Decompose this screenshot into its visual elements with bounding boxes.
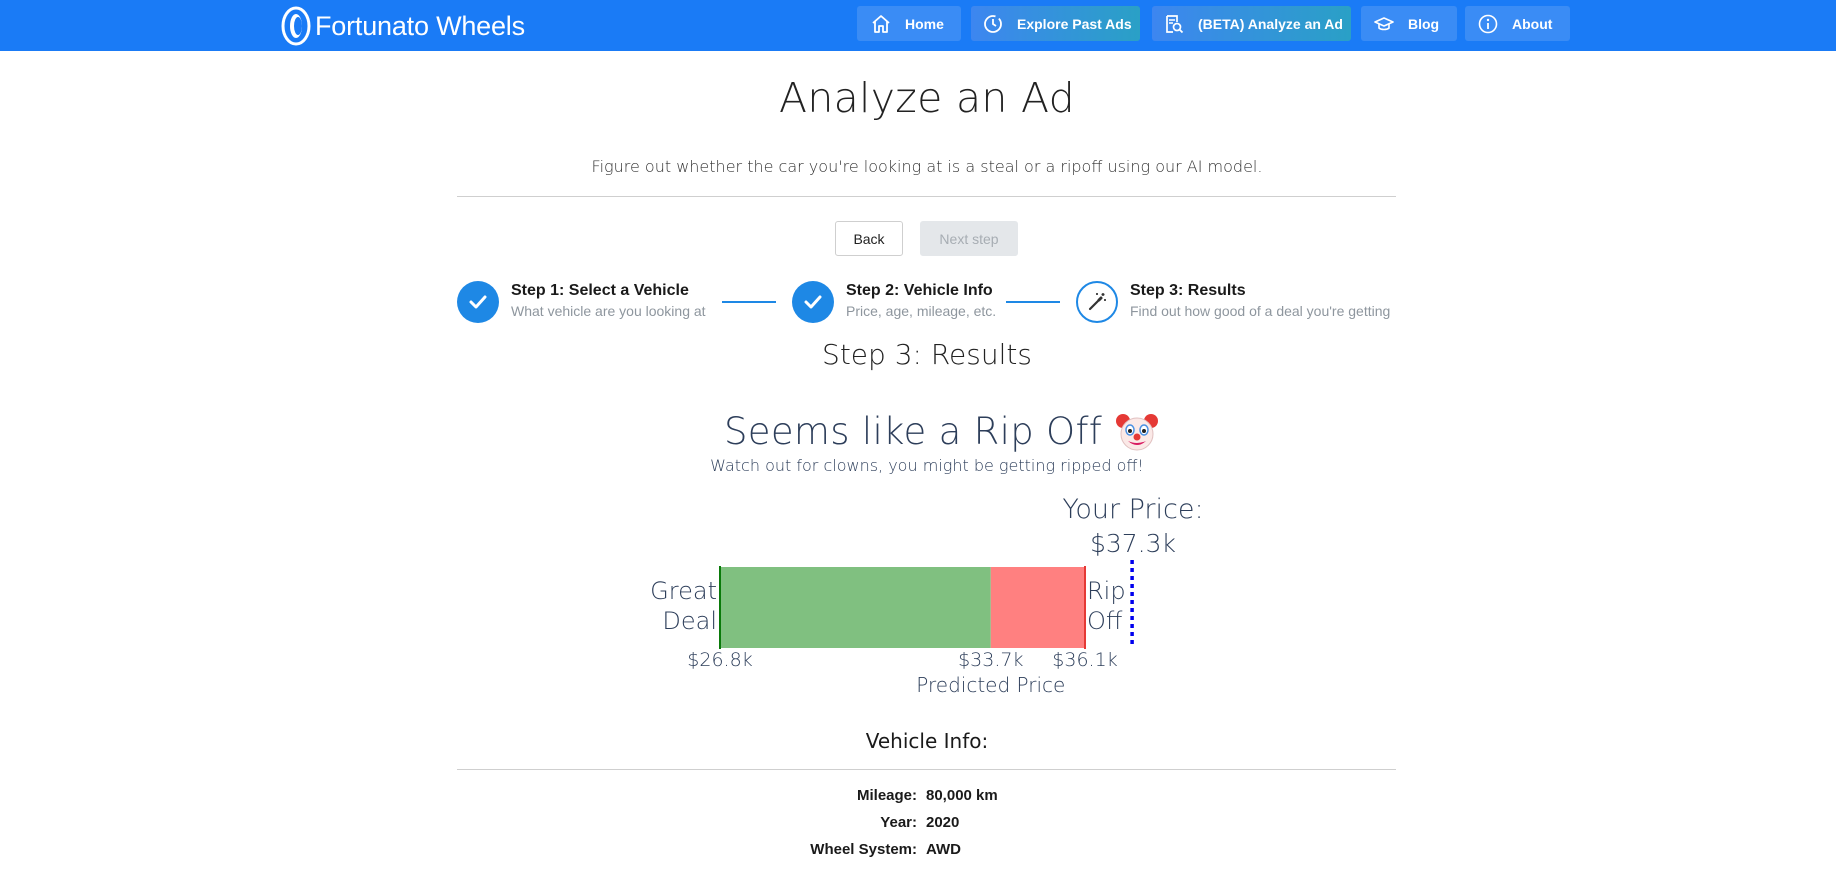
rip-off-range-bar (990, 567, 1085, 648)
vehicle-info-title: Vehicle Info: (865, 729, 989, 753)
mileage-value: 80,000 km (926, 787, 998, 804)
mileage-key: Mileage: (856, 787, 917, 804)
great-deal-label: Great (650, 577, 717, 605)
your-price-value: $37.3k (1090, 529, 1176, 558)
great-deal-label-2: Deal (662, 607, 717, 635)
predicted-price-caption: Predicted Price (916, 673, 1065, 697)
wheel-system-key: Wheel System: (810, 841, 917, 858)
year-key: Year: (880, 814, 917, 831)
great-deal-range-bar (720, 567, 991, 648)
year-value: 2020 (926, 814, 960, 831)
price-gauge: Your Price: $37.3k Great Deal Rip Off $2… (650, 494, 1203, 697)
predicted-price-tick-label: $33.7k (958, 649, 1023, 671)
high-price-tick-label: $36.1k (1052, 649, 1117, 671)
rip-off-label-2: Off (1087, 607, 1123, 635)
divider (457, 769, 1396, 770)
rip-off-label: Rip (1087, 577, 1126, 605)
wheel-system-value: AWD (926, 841, 961, 858)
your-price-label: Your Price: (1062, 494, 1203, 525)
low-price-tick-label: $26.8k (687, 649, 752, 671)
